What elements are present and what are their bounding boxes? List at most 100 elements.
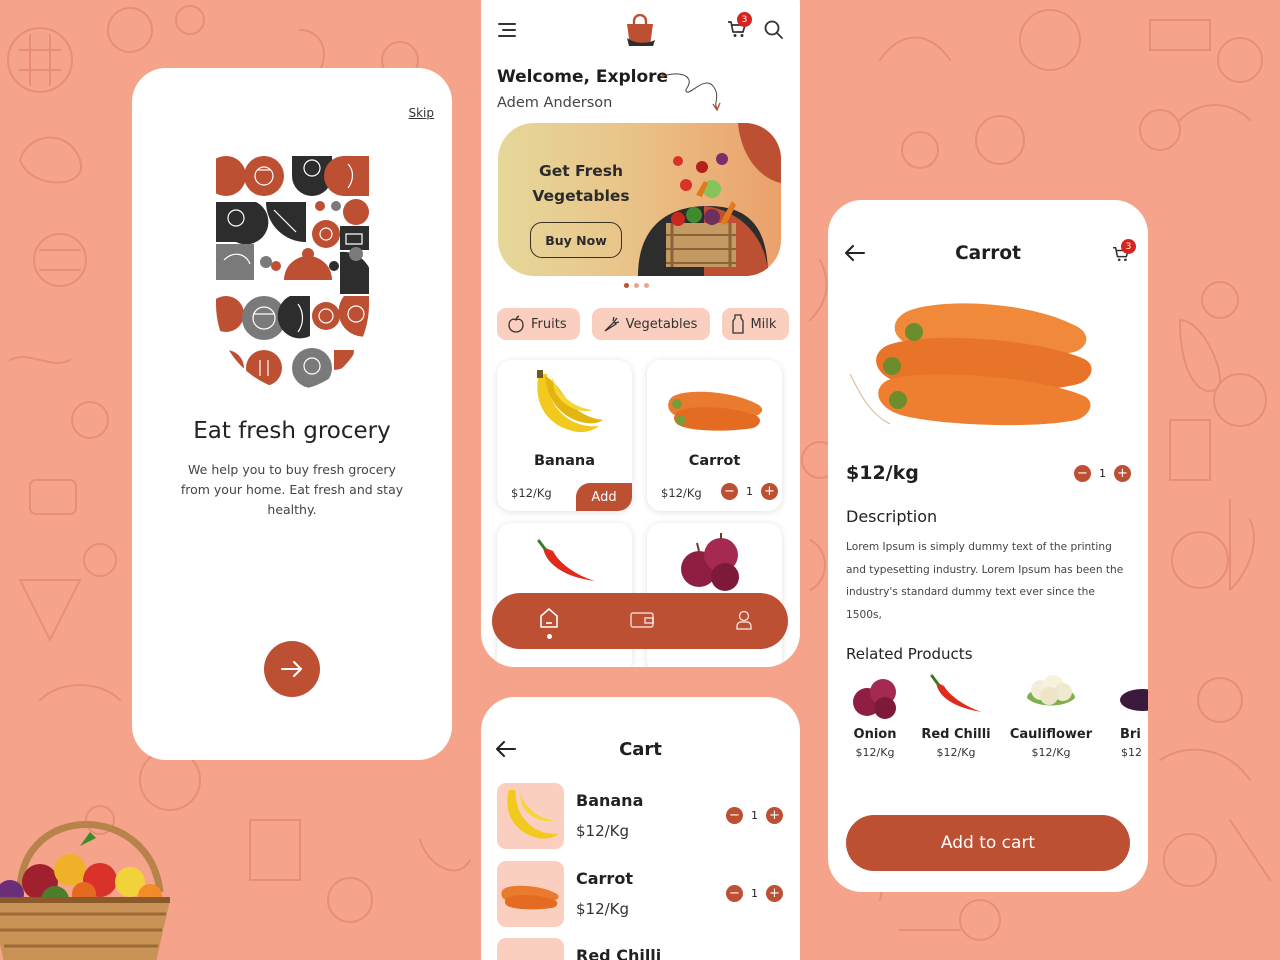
quantity-stepper: − 1 + [721,483,778,500]
onion-image [853,679,896,719]
onboarding-subtitle: We help you to buy fresh grocery from yo… [180,462,404,517]
pagination-dot[interactable] [644,283,649,288]
grocery-illustration [216,154,369,390]
decrease-button[interactable]: − [721,483,738,500]
next-button[interactable] [264,641,320,697]
category-vegetables[interactable]: Vegetables [591,308,711,340]
cauliflower-image [1027,675,1075,706]
quantity-value: 1 [751,809,758,822]
category-fruits[interactable]: Fruits [497,308,580,340]
product-card-carrot[interactable]: Carrot $12/Kg − 1 + [647,360,782,511]
related-product-name: Bri [1120,727,1141,742]
onboarding-screen: Skip Eat fresh grocery We help you to bu… [132,68,452,760]
carrot-image [668,391,763,431]
product-title: Carrot [955,243,1021,264]
related-product-price: $12 [1121,746,1142,759]
cart-item[interactable]: Carrot $12/Kg − 1 + [497,861,787,927]
product-detail-screen: Carrot 3 $12/kg − 1 + Description Lorem … [828,200,1148,892]
vegetable-crate-image [638,123,781,276]
related-product-name: Onion [853,727,897,742]
related-product-cauliflower[interactable]: Cauliflower $12/Kg [1006,674,1096,759]
cart-item-thumbnail [497,783,564,849]
red-chilli-image [537,539,595,581]
cart-button[interactable]: 3 [727,12,752,42]
category-milk[interactable]: Milk [722,308,790,340]
brinjal-image [1120,689,1148,711]
buy-now-button[interactable]: Buy Now [530,222,622,258]
cart-item-thumbnail [497,938,564,960]
banner-pagination[interactable] [624,283,649,288]
product-name: Banana [533,453,596,469]
cart-item-name: Carrot [576,869,633,888]
bottom-navigation [492,593,788,649]
related-product-name: Red Chilli [921,727,991,742]
search-icon[interactable] [764,20,783,39]
cart-item[interactable]: Red Chilli [497,938,787,960]
decrease-button[interactable]: − [726,885,743,902]
product-price: $12/kg [846,462,919,484]
cart-count-badge: 3 [737,12,752,27]
related-product-price: $12/Kg [936,746,976,759]
carrot-icon [604,316,619,332]
banana-image [507,790,559,839]
page-title: Cart [619,739,662,760]
product-price: $12/Kg [511,486,552,500]
cart-item-name: Banana [576,791,644,810]
fruit-basket-image [0,821,170,960]
apple-icon [508,315,524,333]
promo-banner[interactable]: Get Fresh Vegetables Buy Now [498,123,781,276]
menu-icon[interactable] [497,22,517,38]
skip-button[interactable]: Skip [408,106,434,120]
pagination-dot[interactable] [634,283,639,288]
related-product-onion[interactable]: Onion $12/Kg [830,674,920,759]
carrot-hero-image [849,303,1092,426]
cart-screen: Cart Banana $12/Kg − 1 + Carrot $12/Kg −… [481,697,800,960]
category-chips: Fruits Vegetables Milk [497,308,790,340]
arrow-right-icon [281,661,302,677]
user-icon[interactable] [735,610,753,630]
shopping-bag-logo-icon [627,14,655,46]
description-text: Lorem Ipsum is simply dummy text of the … [846,541,1124,621]
related-product-brinjal[interactable]: Bri $12 [1094,674,1148,759]
cart-button[interactable]: 3 [1112,239,1136,266]
wallet-icon[interactable] [630,611,654,629]
related-product-price: $12/Kg [1031,746,1071,759]
decrease-button[interactable]: − [1074,465,1091,482]
quantity-value: 1 [751,887,758,900]
quantity-value: 1 [1099,467,1106,480]
related-product-name: Cauliflower [1009,727,1093,742]
product-price: $12/Kg [661,486,702,500]
add-to-cart-button[interactable]: Add to cart [846,815,1130,871]
red-chilli-image [930,674,982,712]
welcome-heading: Welcome, Explore [497,67,669,87]
related-product-price: $12/Kg [855,746,895,759]
cart-item-thumbnail [497,861,564,927]
home-screen: 3 Welcome, Explore Adem Anderson Get Fre… [481,0,800,667]
product-card-banana[interactable]: Banana $12/Kg Add [497,360,632,511]
user-name: Adem Anderson [497,95,613,111]
category-label: Vegetables [625,316,698,332]
cart-item-price: $12/Kg [576,822,630,840]
home-icon[interactable] [539,607,559,629]
product-name: Carrot [688,453,741,469]
onion-image [681,533,739,591]
category-label: Fruits [531,316,567,332]
cart-item-price: $12/Kg [576,900,630,918]
increase-button[interactable]: + [761,483,778,500]
quantity-stepper: − 1 + [1074,465,1131,482]
cart-item[interactable]: Banana $12/Kg − 1 + [497,783,787,849]
active-indicator [547,634,552,639]
decorative-arrow [661,73,721,112]
decrease-button[interactable]: − [726,807,743,824]
cart-item-name: Red Chilli [576,946,662,960]
carrot-image [501,885,559,910]
related-product-red-chilli[interactable]: Red Chilli $12/Kg [911,674,1001,759]
related-products-heading: Related Products [846,645,973,663]
increase-button[interactable]: + [766,885,783,902]
add-button[interactable]: Add [576,483,632,511]
pagination-dot[interactable] [624,283,629,288]
quantity-stepper: − 1 + [726,807,783,824]
increase-button[interactable]: + [1114,465,1131,482]
increase-button[interactable]: + [766,807,783,824]
banana-image [537,370,603,433]
